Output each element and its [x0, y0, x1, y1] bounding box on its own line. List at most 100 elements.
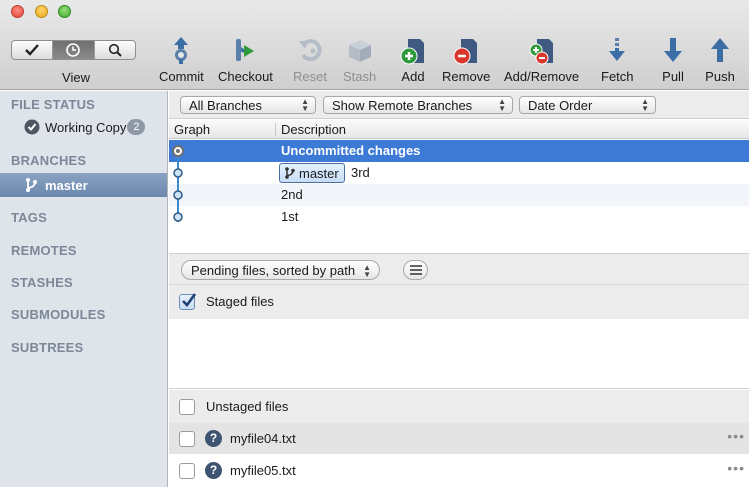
remove-button[interactable]: Remove: [442, 34, 490, 84]
branch-tag-label: master: [299, 165, 339, 181]
branches-filter-value: All Branches: [189, 97, 262, 113]
fetch-label: Fetch: [601, 69, 634, 84]
toolbar: View Commit Checkout Reset Stash Add Rem…: [0, 0, 749, 90]
zoom-window-button[interactable]: [58, 5, 71, 18]
commit-description: 1st: [281, 209, 299, 224]
view-label: View: [62, 70, 90, 85]
list-options-button[interactable]: [403, 260, 428, 280]
commit-graph: [172, 145, 184, 222]
staged-files-list: [169, 319, 749, 389]
file-row[interactable]: ? myfile05.txt •••: [169, 455, 749, 486]
unstaged-files-label: Unstaged files: [206, 399, 289, 414]
pending-sort-value: Pending files, sorted by path: [191, 262, 356, 278]
pull-button[interactable]: Pull: [657, 34, 689, 84]
sidebar-header-submodules[interactable]: SUBMODULES: [11, 307, 105, 322]
fetch-icon: [601, 34, 633, 66]
order-select[interactable]: Date Order ▲ ▼: [519, 96, 656, 114]
pending-sort-select[interactable]: Pending files, sorted by path ▲ ▼: [181, 260, 381, 280]
view-search-segment[interactable]: [95, 41, 135, 59]
graph-node-uncommitted-dot: [176, 149, 180, 153]
file-checkbox[interactable]: [179, 463, 195, 479]
main-pane: All Branches ▲ ▼ Show Remote Branches ▲ ▼ …: [169, 91, 749, 487]
graph-node: [173, 190, 183, 200]
column-graph[interactable]: Graph: [174, 122, 210, 137]
search-icon: [108, 43, 122, 57]
sidebar-header-branches[interactable]: BRANCHES: [11, 153, 86, 168]
more-options-icon[interactable]: •••: [727, 428, 745, 444]
pull-label: Pull: [662, 69, 684, 84]
history-row[interactable]: 2nd: [169, 184, 749, 206]
sidebar-item-label: master: [45, 177, 88, 193]
checkout-button[interactable]: Checkout: [218, 34, 273, 84]
order-value: Date Order: [528, 97, 593, 113]
branch-icon: [26, 178, 37, 192]
clock-icon: [66, 43, 81, 57]
updown-arrows-icon: ▲ ▼: [641, 97, 649, 113]
view-history-segment[interactable]: [53, 41, 95, 59]
checkmark-icon: [25, 44, 40, 56]
remote-branches-value: Show Remote Branches: [332, 97, 473, 113]
graph-node: [173, 212, 183, 222]
add-remove-button[interactable]: Add/Remove: [504, 34, 579, 84]
minimize-window-button[interactable]: [35, 5, 48, 18]
history-row[interactable]: master 3rd: [169, 162, 749, 184]
stash-icon: [344, 34, 376, 66]
checkout-icon: [229, 34, 261, 66]
fetch-button[interactable]: Fetch: [601, 34, 634, 84]
staged-files-header: Staged files: [169, 285, 749, 319]
filter-bar: All Branches ▲ ▼ Show Remote Branches ▲ ▼ …: [169, 91, 749, 119]
history-column-header: Graph Description: [169, 120, 749, 139]
commit-description: Uncommitted changes: [281, 143, 421, 158]
updown-arrows-icon: ▲ ▼: [363, 263, 372, 279]
branch-tag-master[interactable]: master: [279, 163, 345, 183]
more-options-icon[interactable]: •••: [727, 460, 745, 476]
column-description[interactable]: Description: [281, 122, 346, 137]
sidebar-item-master[interactable]: master: [24, 177, 88, 193]
sidebar-item-working-copy[interactable]: Working Copy 2: [24, 119, 146, 135]
push-icon: [704, 34, 736, 66]
view-checkmark-segment[interactable]: [12, 41, 54, 59]
reset-button[interactable]: Reset: [293, 34, 327, 84]
updown-arrows-icon: ▲ ▼: [301, 97, 309, 113]
staged-files-label: Staged files: [206, 294, 274, 309]
sidebar-header-stashes[interactable]: STASHES: [11, 275, 73, 290]
unstaged-files-checkbox[interactable]: [179, 399, 195, 415]
remove-label: Remove: [442, 69, 491, 84]
add-button[interactable]: Add: [397, 34, 429, 84]
file-checkbox[interactable]: [179, 431, 195, 447]
commit-button[interactable]: Commit: [159, 34, 204, 84]
add-remove-icon: [526, 34, 558, 66]
pending-files-bar: Pending files, sorted by path ▲ ▼: [169, 253, 749, 285]
unstaged-files-header: Unstaged files: [169, 390, 749, 424]
stash-label: Stash: [343, 69, 377, 84]
branch-icon: [285, 167, 295, 179]
add-icon: [397, 34, 429, 66]
file-name: myfile04.txt: [230, 431, 296, 446]
sidebar-header-subtrees[interactable]: SUBTREES: [11, 340, 83, 355]
add-remove-label: Add/Remove: [504, 69, 580, 84]
commit-description: 3rd: [351, 165, 370, 180]
branches-filter-select[interactable]: All Branches ▲ ▼: [180, 96, 316, 114]
working-copy-count-badge: 2: [127, 119, 146, 135]
list-icon: [409, 265, 422, 275]
staged-files-checkbox[interactable]: [179, 293, 196, 310]
view-segmented-control: [11, 40, 136, 60]
file-row[interactable]: ? myfile04.txt •••: [169, 423, 749, 454]
remote-branches-select[interactable]: Show Remote Branches ▲ ▼: [323, 96, 513, 114]
sidebar-header-file-status[interactable]: FILE STATUS: [11, 97, 95, 112]
sidebar-header-remotes[interactable]: REMOTES: [11, 243, 77, 258]
push-button[interactable]: Push: [704, 34, 736, 84]
commit-icon: [165, 34, 197, 66]
column-separator[interactable]: [275, 123, 276, 136]
stash-button[interactable]: Stash: [343, 34, 376, 84]
history-row-uncommitted[interactable]: Uncommitted changes: [169, 140, 749, 162]
commit-label: Commit: [159, 69, 204, 84]
reset-label: Reset: [293, 69, 327, 84]
history-row[interactable]: 1st: [169, 206, 749, 228]
graph-node: [173, 168, 183, 178]
commit-description: 2nd: [281, 187, 303, 202]
push-label: Push: [705, 69, 735, 84]
sidebar: FILE STATUS Working Copy 2 BRANCHES mast…: [0, 91, 168, 487]
close-window-button[interactable]: [11, 5, 24, 18]
sidebar-header-tags[interactable]: TAGS: [11, 210, 47, 225]
